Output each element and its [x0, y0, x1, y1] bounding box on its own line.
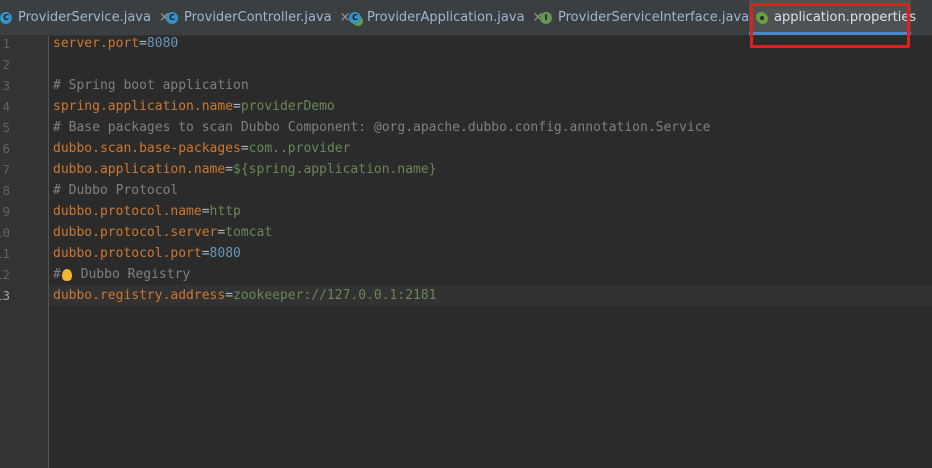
property-key: dubbo.registry.address	[53, 288, 226, 303]
property-key: server.port	[53, 36, 140, 51]
equals-sign: =	[201, 246, 210, 261]
line-number: 7	[2, 162, 10, 177]
tab-label: ProviderServiceInterface.java	[558, 10, 750, 25]
property-key: dubbo.application.name	[53, 162, 226, 177]
interface-icon: I	[540, 11, 552, 24]
comment: Dubbo Registry	[72, 267, 191, 282]
line-number: 11	[0, 246, 10, 261]
code-editor[interactable]: server.port=8080 # Spring boot applicati…	[49, 36, 932, 468]
comment: # Spring boot application	[53, 78, 249, 93]
property-value: http	[209, 204, 241, 219]
property-key: dubbo.protocol.server	[53, 225, 218, 240]
property-value: 8080	[146, 36, 179, 51]
line-number: 1	[2, 36, 10, 51]
line-number: 6	[2, 141, 10, 156]
property-value: 8080	[209, 246, 241, 261]
tab-provider-service-interface[interactable]: I ProviderServiceInterface.java ×	[540, 0, 768, 35]
property-key: dubbo.protocol.port	[53, 246, 202, 261]
equals-sign: =	[233, 99, 241, 114]
code-line-8: # Dubbo Protocol	[53, 180, 178, 201]
property-value: ${spring.application.name}	[233, 162, 437, 177]
comment: # Dubbo Protocol	[53, 183, 179, 198]
property-value: com..provider	[248, 141, 351, 156]
line-number: 4	[2, 99, 10, 114]
line-number: 12	[0, 267, 10, 282]
comment: # Base packages to scan Dubbo Component:…	[53, 120, 711, 135]
code-line-11: dubbo.protocol.port=8080	[53, 243, 241, 264]
line-number: 5	[2, 120, 10, 135]
tab-label: ProviderController.java	[184, 10, 332, 25]
code-line-6: dubbo.scan.base-packages=com..provider	[53, 138, 350, 159]
equals-sign: =	[225, 288, 234, 303]
line-number: 3	[2, 78, 10, 93]
property-key: dubbo.scan.base-packages	[53, 141, 241, 156]
equals-sign: =	[240, 141, 249, 156]
property-value: providerDemo	[240, 99, 335, 114]
code-line-4: spring.application.name=providerDemo	[53, 96, 335, 117]
line-number-gutter: 1 2 3 4 5 6 7 8 9 10 11 12 13	[0, 36, 49, 468]
code-line-12: # Dubbo Registry	[53, 264, 190, 285]
spring-boot-class-icon: C	[349, 11, 361, 24]
line-number: 9	[2, 204, 10, 219]
code-line-10: dubbo.protocol.server=tomcat	[53, 222, 272, 243]
property-key: spring.application.name	[53, 99, 234, 114]
code-line-5: # Base packages to scan Dubbo Component:…	[53, 117, 710, 138]
class-icon: C	[0, 11, 12, 24]
tab-provider-application[interactable]: C ProviderApplication.java ×	[349, 0, 543, 35]
class-icon: C	[166, 11, 178, 24]
code-line-7: dubbo.application.name=${spring.applicat…	[53, 159, 437, 180]
tab-label: ProviderService.java	[18, 10, 151, 25]
code-line-3: # Spring boot application	[53, 75, 249, 96]
line-number: 2	[2, 57, 10, 72]
property-value: zookeeper://127.0.0.1:2181	[233, 288, 437, 303]
tab-provider-service[interactable]: C ProviderService.java ×	[0, 0, 170, 35]
code-line-9: dubbo.protocol.name=http	[53, 201, 241, 222]
lightbulb-icon[interactable]	[61, 268, 72, 281]
current-line-number: 13	[0, 288, 10, 303]
tab-provider-controller[interactable]: C ProviderController.java ×	[166, 0, 351, 35]
code-line-13: dubbo.registry.address=zookeeper://127.0…	[53, 285, 437, 306]
line-number: 10	[0, 225, 10, 240]
property-value: tomcat	[225, 225, 273, 240]
property-key: dubbo.protocol.name	[53, 204, 202, 219]
equals-sign: =	[225, 162, 234, 177]
line-number: 8	[2, 183, 10, 198]
equals-sign: =	[139, 36, 147, 51]
equals-sign: =	[201, 204, 210, 219]
tab-label: ProviderApplication.java	[367, 10, 525, 25]
code-line-1: server.port=8080	[53, 33, 178, 54]
comment: #	[53, 267, 61, 282]
